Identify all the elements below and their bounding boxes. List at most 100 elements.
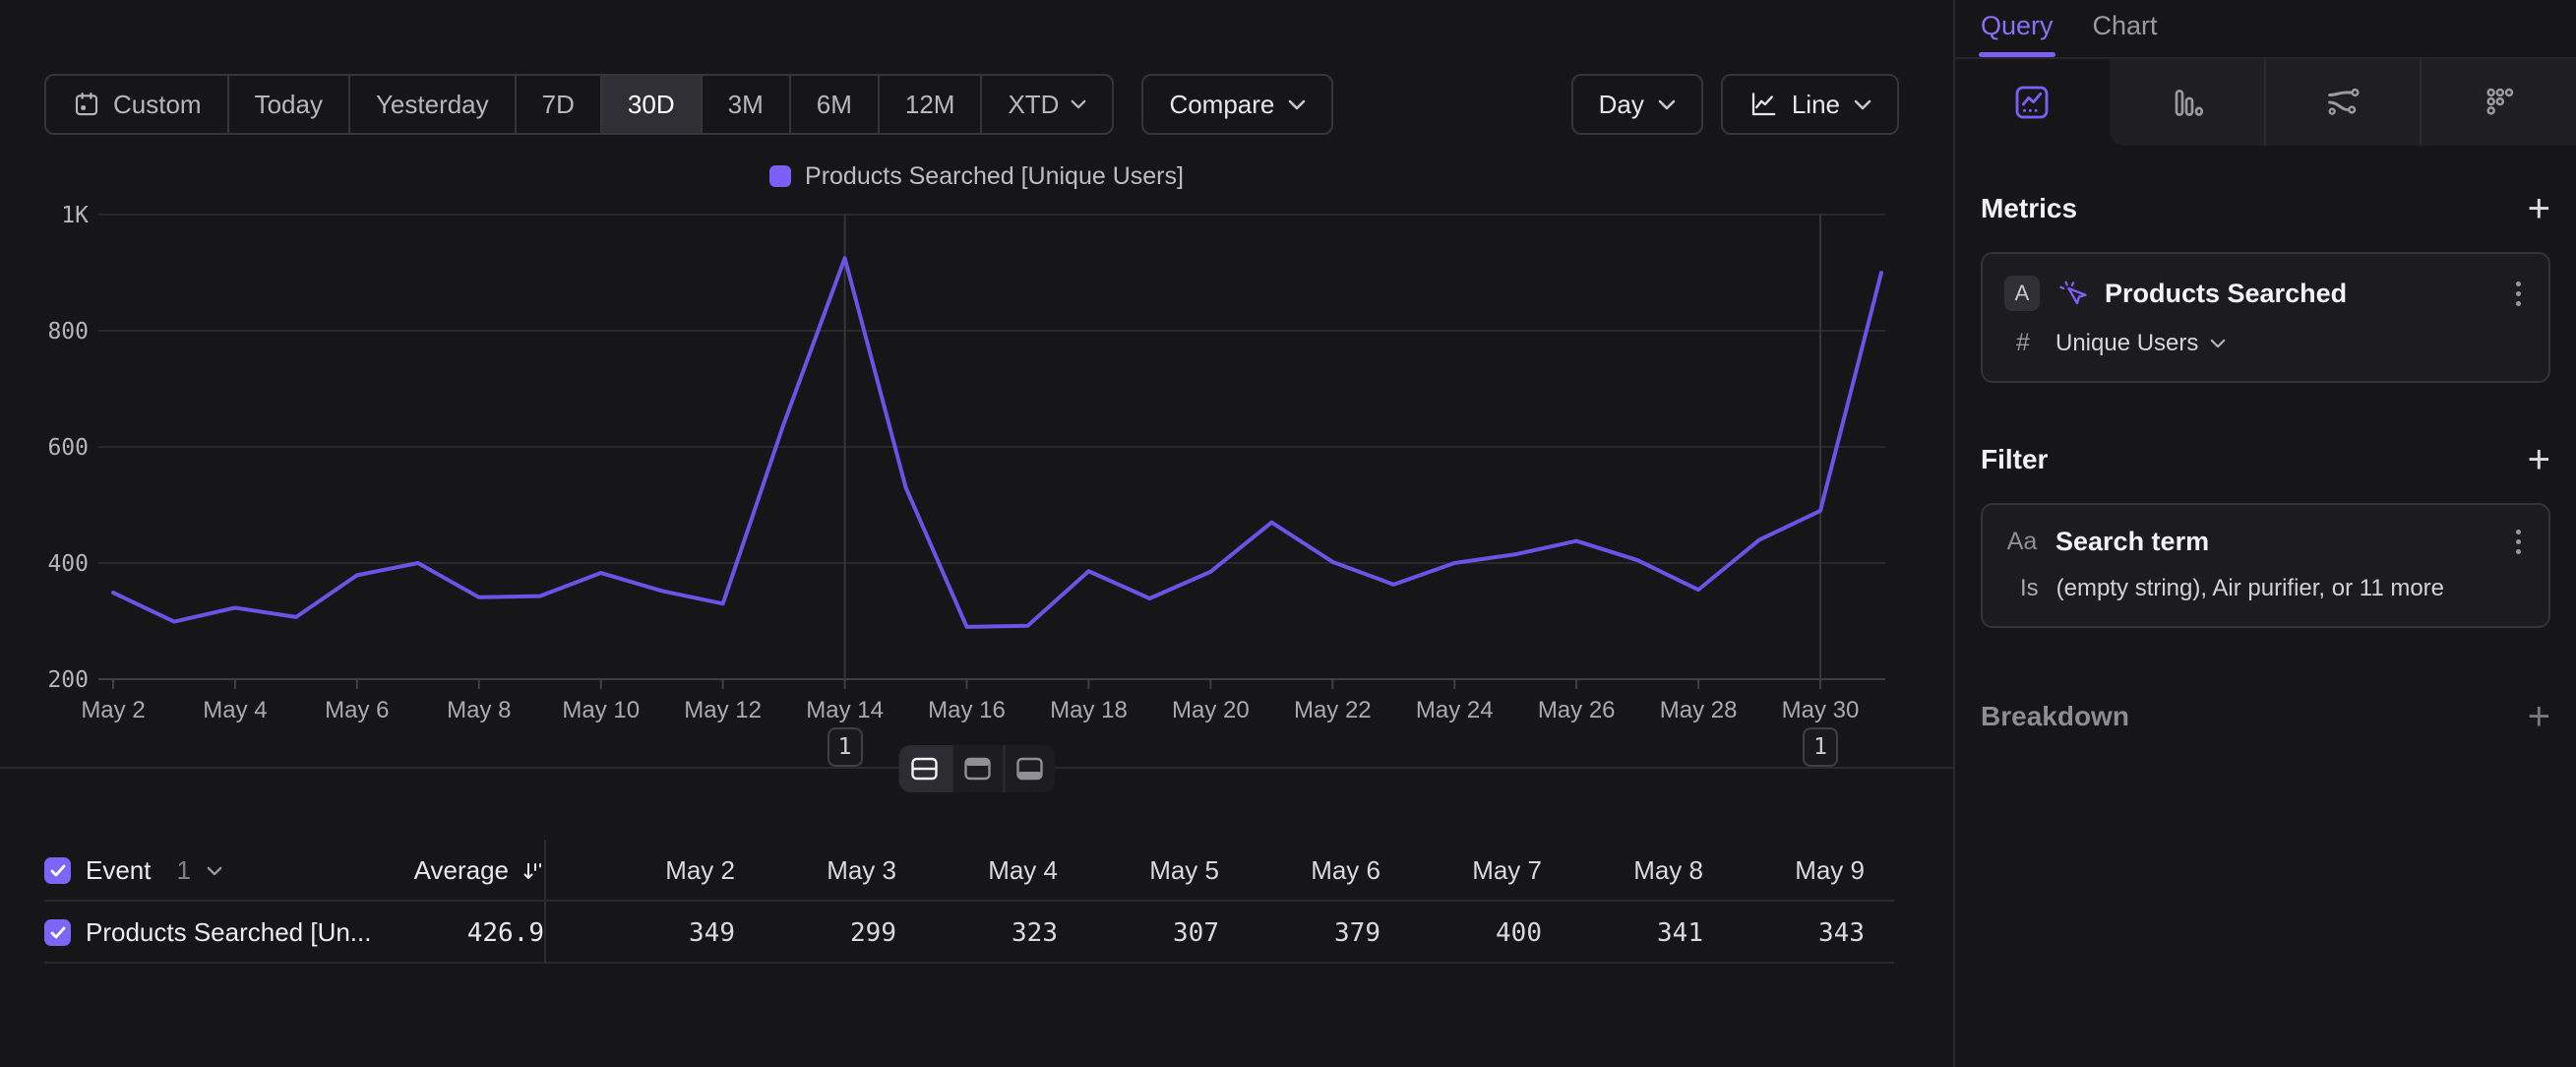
table-header-row: Event1 Average May 2May 3May 4May 5May 6… [44, 840, 1894, 902]
hash-icon: # [2008, 329, 2038, 357]
legend-label: Products Searched [Unique Users] [805, 162, 1184, 191]
check-icon [50, 864, 66, 877]
date-column-header[interactable]: May 6 [1219, 855, 1380, 886]
granularity-button[interactable]: Day [1571, 74, 1703, 135]
sidebar-tabs: Query Chart [1955, 0, 2576, 59]
metric-menu-button[interactable] [2510, 280, 2527, 308]
filter-menu-button[interactable] [2510, 528, 2527, 556]
x-axis-label: May 4 [203, 697, 267, 723]
line-chart[interactable]: 2004006008001KMay 2May 4May 6May 8May 10… [0, 198, 1953, 769]
add-filter-button[interactable]: + [2528, 445, 2550, 474]
chart-legend[interactable]: Products Searched [Unique Users] [0, 160, 1953, 192]
add-metric-button[interactable]: + [2528, 194, 2550, 223]
x-axis-label: May 12 [684, 697, 762, 723]
metric-letter-badge: A [2004, 276, 2040, 311]
panel-divider [0, 769, 1953, 810]
data-series-line[interactable] [113, 258, 1881, 627]
chart-type-button[interactable]: Line [1721, 74, 1899, 135]
range-yesterday[interactable]: Yesterday [348, 76, 515, 133]
average-column-header[interactable]: Average [377, 855, 544, 886]
y-axis-label: 200 [47, 667, 89, 693]
x-axis-label: May 8 [447, 697, 511, 723]
tab-retention-dots[interactable] [2420, 59, 2576, 146]
line-chart-icon [1748, 90, 1778, 119]
top-panel-toggle[interactable] [951, 745, 1003, 792]
metrics-title: Metrics [1981, 193, 2077, 224]
date-column-header[interactable]: May 9 [1703, 855, 1865, 886]
tab-insights-chart[interactable] [1955, 59, 2110, 146]
x-axis-label: May 20 [1172, 697, 1250, 723]
date-column-header[interactable]: May 4 [896, 855, 1058, 886]
filter-title: Filter [1981, 444, 2048, 475]
x-axis-label: May 14 [806, 697, 884, 723]
cell-value: 307 [1058, 918, 1219, 948]
add-breakdown-button[interactable]: + [2528, 702, 2550, 731]
chevron-down-icon [1854, 99, 1871, 110]
x-axis-label: May 16 [928, 697, 1006, 723]
bottom-panel-toggle[interactable] [1003, 745, 1055, 792]
date-column-header[interactable]: May 2 [574, 855, 735, 886]
y-axis-label: 400 [47, 551, 89, 577]
range-3m[interactable]: 3M [701, 76, 789, 133]
compare-button[interactable]: Compare [1141, 74, 1333, 135]
table-row: Products Searched [Un... 426.9 349299323… [44, 902, 1894, 964]
select-all-checkbox[interactable] [44, 857, 86, 884]
filter-card[interactable]: Aa Search term Is (empty string), Air pu… [1981, 503, 2550, 628]
date-column-header[interactable]: May 3 [735, 855, 896, 886]
cell-value: 341 [1542, 918, 1703, 948]
range-30d[interactable]: 30D [600, 76, 701, 133]
chevron-down-icon [1658, 99, 1676, 110]
metric-card[interactable]: A Products Searched # Unique Users [1981, 252, 2550, 383]
range-custom[interactable]: Custom [46, 76, 227, 133]
report-type-tabs [1955, 59, 2576, 146]
column-divider [544, 902, 574, 964]
date-column-header[interactable]: May 8 [1542, 855, 1703, 886]
range-12m[interactable]: 12M [878, 76, 981, 133]
date-column-header[interactable]: May 7 [1380, 855, 1542, 886]
range-6m[interactable]: 6M [789, 76, 878, 133]
metric-name: Products Searched [2105, 279, 2494, 309]
calendar-icon [72, 90, 101, 119]
insights-chart-icon [2012, 83, 2052, 122]
range-xtd[interactable]: XTD [980, 76, 1112, 133]
cell-value: 349 [574, 918, 735, 948]
x-axis-label: May 28 [1660, 697, 1738, 723]
query-sidebar: Query Chart Metrics + A Products Searche… [1953, 0, 2576, 1067]
split-view-toggle[interactable] [898, 745, 951, 792]
date-column-header[interactable]: May 5 [1058, 855, 1219, 886]
sort-descending-icon [521, 859, 544, 883]
cell-value: 343 [1703, 918, 1865, 948]
range-7d[interactable]: 7D [515, 76, 600, 133]
main-panel: CustomTodayYesterday7D30D3M6M12MXTD Comp… [0, 0, 1953, 1067]
filter-section-header: Filter + [1981, 444, 2550, 475]
breakdown-title: Breakdown [1981, 701, 2129, 732]
toolbar: CustomTodayYesterday7D30D3M6M12MXTD Comp… [44, 74, 1899, 135]
legend-swatch [769, 165, 791, 187]
column-divider [544, 840, 574, 902]
row-checkbox[interactable] [44, 919, 86, 946]
y-axis-label: 800 [47, 319, 89, 345]
row-event-name[interactable]: Products Searched [Un... [86, 917, 377, 948]
chevron-down-icon [2210, 339, 2226, 348]
query-builder: Metrics + A Products Searched # Unique U… [1955, 193, 2576, 732]
filter-operator: Is [2020, 575, 2039, 602]
cell-value: 323 [896, 918, 1058, 948]
filter-condition[interactable]: Is (empty string), Air purifier, or 11 m… [2004, 575, 2527, 602]
row-average-value: 426.9 [377, 918, 544, 948]
annotation-badge[interactable]: 1 [828, 727, 863, 767]
annotation-badge[interactable]: 1 [1803, 727, 1838, 767]
date-range-control: CustomTodayYesterday7D30D3M6M12MXTD [44, 74, 1114, 135]
chevron-down-icon [207, 866, 222, 876]
tab-flows[interactable] [2264, 59, 2421, 146]
tab-bar-chart[interactable] [2110, 59, 2264, 146]
event-column-header[interactable]: Event1 [86, 855, 377, 886]
tab-chart[interactable]: Chart [2093, 11, 2158, 57]
range-today[interactable]: Today [227, 76, 348, 133]
cell-value: 299 [735, 918, 896, 948]
tab-query[interactable]: Query [1981, 11, 2054, 57]
flows-icon [2323, 83, 2362, 122]
y-axis-label: 600 [47, 435, 89, 461]
bar-chart-icon [2167, 83, 2206, 122]
event-name-label: Products Searched [Un... [86, 917, 371, 948]
aggregation-selector[interactable]: # Unique Users [2004, 329, 2527, 357]
